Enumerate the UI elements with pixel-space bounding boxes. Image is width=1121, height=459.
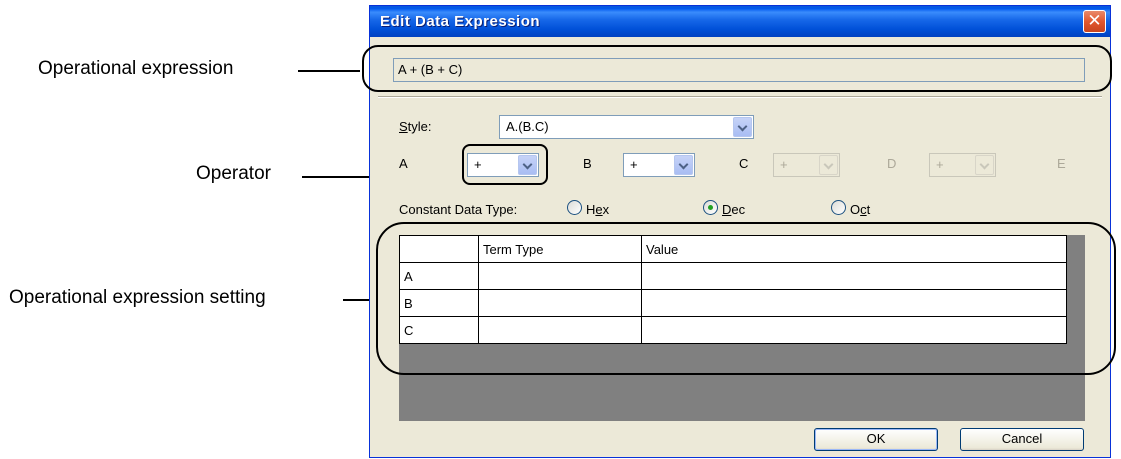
- term-label-b: B: [583, 156, 592, 171]
- operator-value-a: +: [474, 157, 482, 172]
- title-bar[interactable]: Edit Data Expression ✕: [370, 6, 1110, 37]
- chevron-down-icon[interactable]: [733, 117, 752, 137]
- constant-data-type-label: Constant Data Type:: [399, 202, 518, 217]
- operator-dropdown-d: +: [929, 153, 996, 177]
- term-label-d: D: [887, 156, 897, 171]
- table-header-value: Value: [641, 235, 1067, 263]
- term-type-cell[interactable]: [478, 316, 642, 344]
- oct-radio-label[interactable]: Oct: [850, 202, 870, 217]
- separator: [378, 96, 1102, 98]
- term-label-e: E: [1057, 156, 1066, 171]
- operational-expression-field: A + (B + C): [393, 58, 1085, 82]
- table-row: C: [399, 316, 1067, 344]
- style-label: Style:: [399, 119, 432, 134]
- value-cell[interactable]: [641, 289, 1067, 317]
- callout-line-expression: [298, 70, 360, 72]
- dialog-title: Edit Data Expression: [380, 13, 541, 30]
- table-header-corner: [399, 235, 479, 263]
- operational-expression-grid: Term Type Value A B C: [399, 235, 1085, 421]
- dec-radio[interactable]: [703, 200, 718, 215]
- callout-operational-expression: Operational expression: [38, 58, 234, 79]
- hex-radio[interactable]: [567, 200, 582, 215]
- chevron-down-icon[interactable]: [518, 155, 537, 175]
- table-header-row: Term Type Value: [399, 235, 1067, 263]
- edit-data-expression-dialog: Edit Data Expression ✕ A + (B + C) Style…: [369, 5, 1111, 458]
- operator-value-b: +: [630, 157, 638, 172]
- oct-radio[interactable]: [831, 200, 846, 215]
- style-dropdown-value: A.(B.C): [506, 119, 549, 134]
- hex-radio-label[interactable]: Hex: [586, 202, 609, 217]
- close-button[interactable]: ✕: [1083, 10, 1106, 33]
- table-header-term-type: Term Type: [478, 235, 642, 263]
- row-header-c: C: [399, 316, 479, 344]
- chevron-down-icon: [975, 155, 994, 175]
- term-type-cell[interactable]: [478, 262, 642, 290]
- close-icon: ✕: [1087, 11, 1102, 30]
- ok-button[interactable]: OK: [814, 428, 938, 451]
- table-row: A: [399, 262, 1067, 290]
- style-dropdown[interactable]: A.(B.C): [499, 115, 754, 139]
- table-row: B: [399, 289, 1067, 317]
- chevron-down-icon: [819, 155, 838, 175]
- term-type-cell[interactable]: [478, 289, 642, 317]
- operator-dropdown-c: +: [773, 153, 840, 177]
- chevron-down-icon[interactable]: [674, 155, 693, 175]
- operator-value-d: +: [936, 157, 944, 172]
- value-cell[interactable]: [641, 316, 1067, 344]
- cancel-button[interactable]: Cancel: [960, 428, 1084, 451]
- operator-dropdown-a[interactable]: +: [467, 153, 539, 177]
- expression-table: Term Type Value A B C: [399, 235, 1067, 344]
- row-header-a: A: [399, 262, 479, 290]
- term-label-c: C: [739, 156, 749, 171]
- callout-operator: Operator: [196, 163, 271, 184]
- operator-value-c: +: [780, 157, 788, 172]
- callout-operational-expression-setting: Operational expression setting: [9, 287, 266, 308]
- term-label-a: A: [399, 156, 408, 171]
- operator-dropdown-b[interactable]: +: [623, 153, 695, 177]
- row-header-b: B: [399, 289, 479, 317]
- dec-radio-label[interactable]: Dec: [722, 202, 745, 217]
- value-cell[interactable]: [641, 262, 1067, 290]
